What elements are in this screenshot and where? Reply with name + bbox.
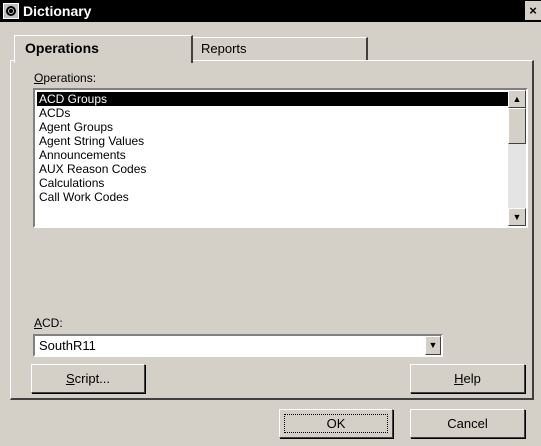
cancel-button[interactable]: Cancel — [410, 409, 525, 438]
help-button[interactable]: Help — [410, 364, 525, 393]
window-title: Dictionary — [23, 3, 92, 19]
scroll-down-icon[interactable]: ▼ — [508, 208, 526, 226]
close-icon[interactable]: × — [525, 1, 541, 20]
tab-reports-label: Reports — [201, 41, 247, 56]
scrollbar-thumb[interactable] — [508, 108, 526, 144]
acd-selected-value: SouthR11 — [39, 338, 96, 353]
list-item[interactable]: Agent String Values — [37, 134, 509, 148]
ok-button[interactable]: OK — [279, 409, 393, 438]
tab-operations-label: Operations — [25, 40, 99, 56]
list-item[interactable]: Agent Groups — [37, 120, 509, 134]
script-button[interactable]: Script... — [31, 364, 145, 393]
list-item[interactable]: Announcements — [37, 148, 509, 162]
app-icon[interactable] — [3, 3, 19, 19]
operations-listbox[interactable]: ACD Groups ACDs Agent Groups Agent Strin… — [33, 88, 528, 228]
list-item[interactable]: ACDs — [37, 106, 509, 120]
scroll-up-icon[interactable]: ▲ — [508, 90, 526, 108]
vertical-scrollbar[interactable]: ▲ ▼ — [508, 90, 526, 226]
tab-reports[interactable]: Reports — [190, 37, 368, 60]
list-item[interactable]: AUX Reason Codes — [37, 162, 509, 176]
acd-select[interactable]: SouthR11 ▼ — [33, 334, 443, 357]
title-bar: Dictionary × — [0, 0, 541, 22]
focus-rect — [284, 414, 388, 433]
list-item[interactable]: ACD Groups — [37, 92, 509, 106]
list-item[interactable]: Call Work Codes — [37, 190, 509, 204]
help-button-label: elp — [463, 371, 481, 386]
list-item[interactable]: Calculations — [37, 176, 509, 190]
chevron-down-icon[interactable]: ▼ — [425, 336, 441, 355]
script-button-label: cript... — [74, 371, 111, 386]
tab-operations[interactable]: Operations — [14, 35, 193, 63]
